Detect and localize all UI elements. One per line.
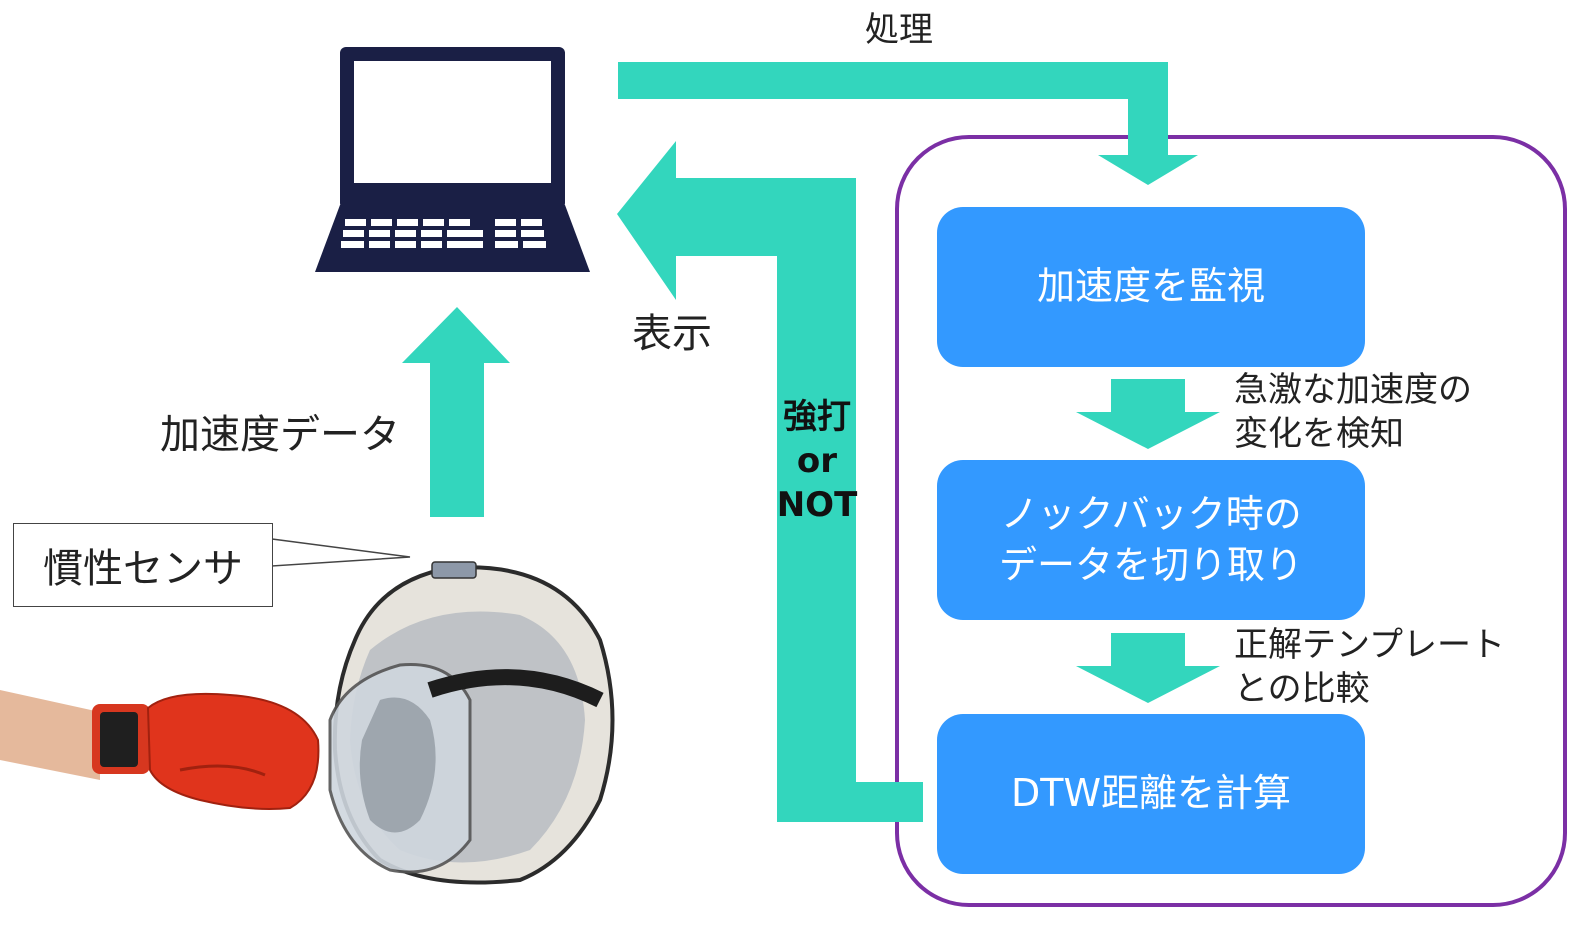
compare-template-label: 正解テンプレート との比較 bbox=[1234, 625, 1505, 710]
strike-or-not-label: 強打 or NOT bbox=[776, 397, 858, 526]
step-box-monitor: 加速度を監視 bbox=[937, 207, 1365, 367]
step-box-dtw: DTW距離を計算 bbox=[937, 714, 1365, 874]
step-arrow-1 bbox=[1076, 379, 1220, 449]
glove-arm-image bbox=[0, 690, 320, 810]
detect-change-label: 急激な加速度の 変化を検知 bbox=[1234, 370, 1472, 455]
callout-pointer bbox=[271, 538, 411, 567]
step-box-cut-data: ノックバック時の データを切り取り bbox=[937, 460, 1365, 620]
sensor-label: 慣性センサ bbox=[43, 546, 243, 592]
accel-data-label: 加速度データ bbox=[160, 412, 400, 458]
display-arrow bbox=[617, 141, 923, 822]
sensor-callout: 慣性センサ bbox=[13, 523, 273, 607]
process-label: 処理 bbox=[865, 10, 933, 50]
process-arrow bbox=[618, 62, 1198, 185]
accel-data-arrow bbox=[402, 307, 510, 517]
laptop-icon bbox=[315, 47, 590, 272]
helmet-image bbox=[328, 561, 615, 885]
step-arrow-2 bbox=[1076, 633, 1220, 703]
display-label: 表示 bbox=[632, 311, 712, 357]
